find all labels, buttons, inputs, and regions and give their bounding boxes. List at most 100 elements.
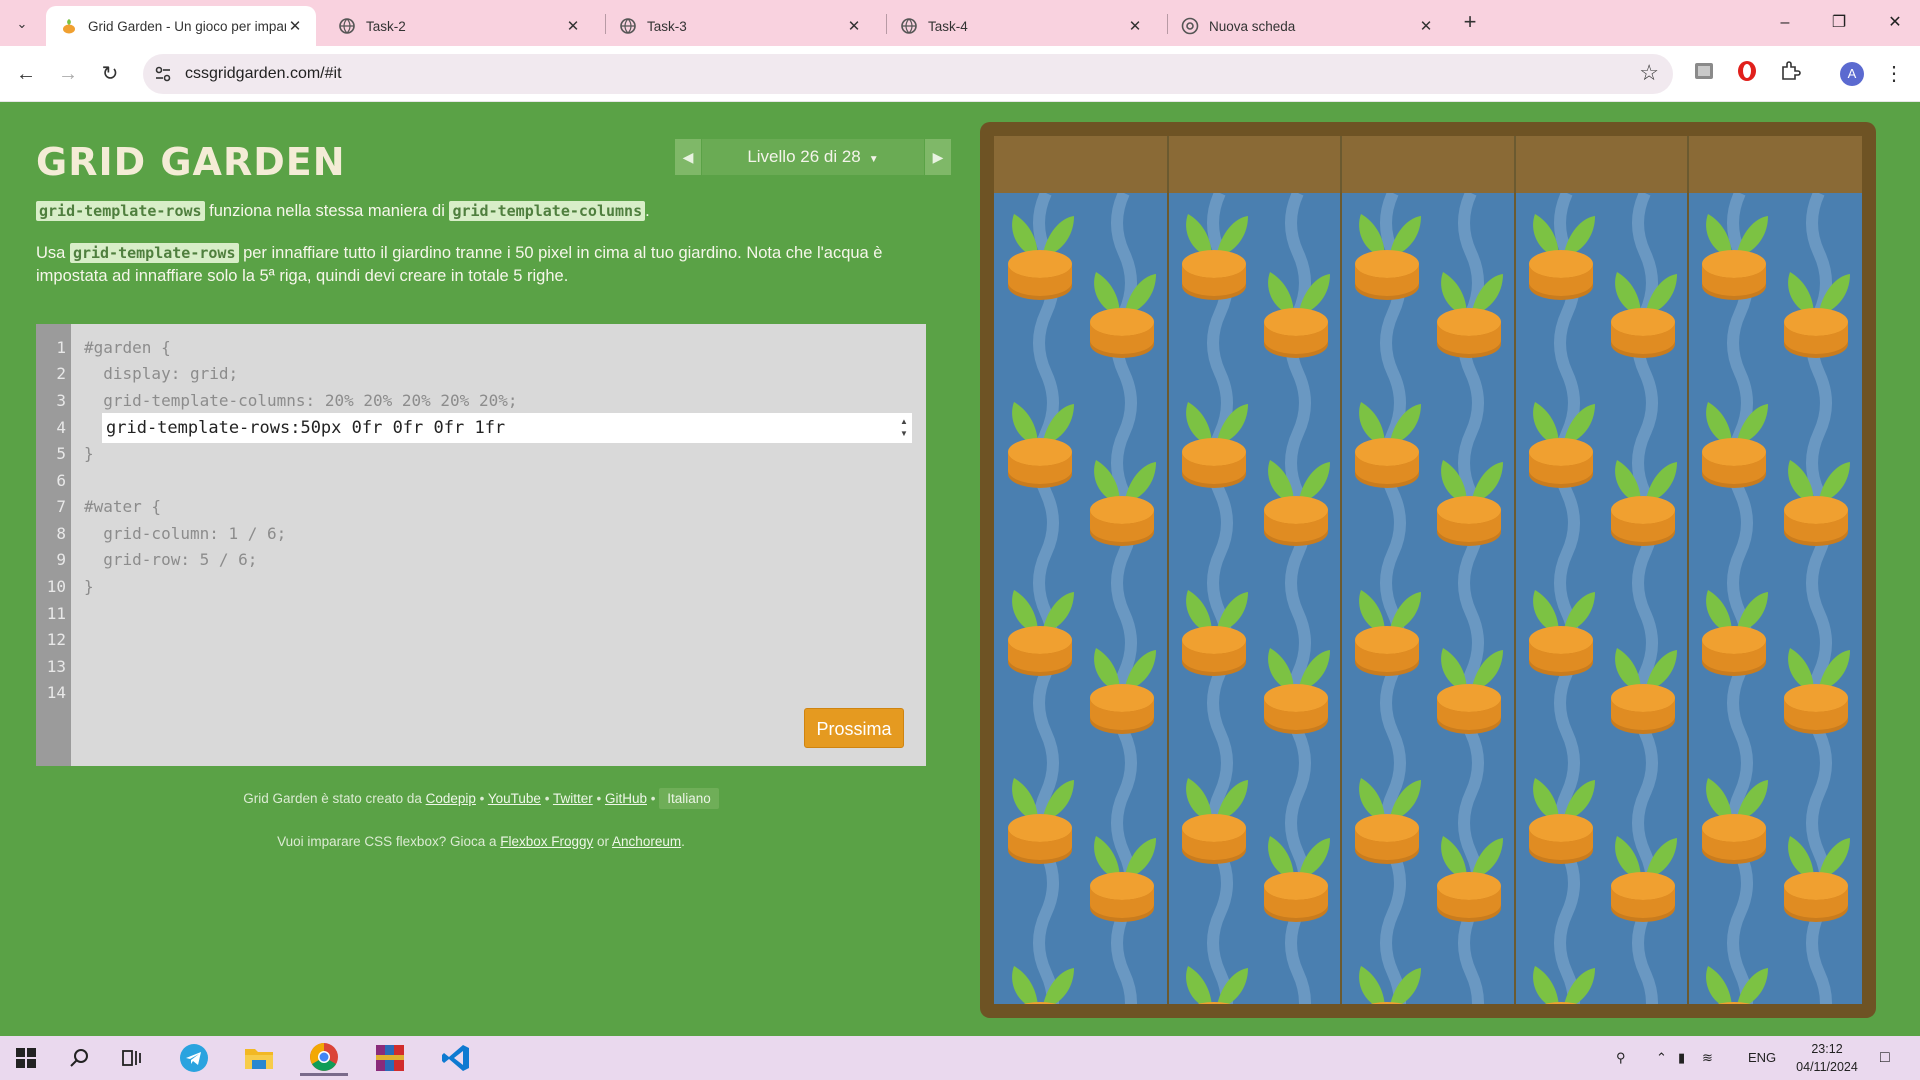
battery-icon[interactable]: ▮ [1678, 1036, 1685, 1080]
tab-task-4[interactable]: Task-4 ✕ [886, 6, 1156, 46]
globe-icon [620, 18, 636, 34]
close-tab-icon[interactable]: ✕ [564, 17, 582, 35]
search-icon[interactable] [56, 1040, 104, 1076]
line-number: 6 [56, 471, 66, 490]
system-clock[interactable]: 23:12 04/11/2024 [1792, 1040, 1862, 1076]
address-bar[interactable]: cssgridgarden.com/#it ☆ [143, 54, 1673, 94]
input-language-label[interactable]: ENG [1748, 1036, 1776, 1080]
youtube-link[interactable]: YouTube [488, 791, 541, 806]
back-arrow-icon[interactable]: ← [12, 60, 40, 88]
grid-garden-page: GRID GARDEN ◀ Livello 26 di 28 ▼ ▶ grid-t… [0, 102, 1920, 1036]
start-windows-icon[interactable] [2, 1040, 50, 1076]
file-explorer-icon[interactable] [235, 1040, 283, 1076]
clock-date: 04/11/2024 [1796, 1060, 1858, 1074]
carrot-sprout [1528, 778, 1595, 864]
tab-title: Grid Garden - Un gioco per imparare [88, 18, 286, 34]
carrot-sprout [1528, 402, 1595, 488]
carrot-sprout [1008, 590, 1074, 676]
carrot-sprout [1437, 836, 1504, 922]
new-tab-plus-icon[interactable]: + [1456, 9, 1484, 37]
codepip-link[interactable]: Codepip [426, 791, 476, 806]
minimize-icon[interactable]: – [1770, 8, 1800, 38]
close-tab-icon[interactable]: ✕ [845, 17, 863, 35]
people-icon[interactable]: ⚲ [1616, 1036, 1626, 1080]
twitter-link[interactable]: Twitter [553, 791, 593, 806]
winrar-icon[interactable] [366, 1040, 414, 1076]
globe-icon [901, 18, 917, 34]
carrot-sprout [1181, 590, 1248, 676]
github-link[interactable]: GitHub [605, 791, 647, 806]
carrot-sprout [1090, 648, 1156, 734]
menu-kebab-icon[interactable]: ⋮ [1880, 60, 1908, 88]
carrot-sprout [1263, 272, 1330, 358]
reload-icon[interactable]: ↻ [96, 60, 124, 88]
browser-tab-strip: ⌄ Grid Garden - Un gioco per imparare ✕ … [0, 0, 1920, 46]
close-tab-icon[interactable]: ✕ [1126, 17, 1144, 35]
chrome-icon [1181, 17, 1199, 35]
line-number: 4 [56, 418, 66, 437]
tab-search-chevron-icon[interactable]: ⌄ [8, 10, 36, 38]
line-number: 2 [56, 364, 66, 383]
telegram-icon[interactable] [170, 1040, 218, 1076]
vscode-icon[interactable] [432, 1040, 480, 1076]
code-line: grid-row: 5 / 6; [84, 550, 258, 569]
grid-column-line [1340, 136, 1343, 1004]
next-level-button[interactable]: Prossima [804, 708, 904, 748]
carrot-sprout [1355, 590, 1422, 676]
site-settings-icon[interactable] [153, 64, 173, 84]
code-line: grid-column: 1 / 6; [84, 524, 287, 543]
code-line: #water { [84, 497, 162, 516]
carrot-sprout [1359, 966, 1422, 1004]
carrot-sprout [1012, 966, 1074, 1004]
close-tab-icon[interactable]: ✕ [1417, 17, 1435, 35]
notifications-icon[interactable]: □ [1880, 1036, 1890, 1080]
tab-task-3[interactable]: Task-3 ✕ [605, 6, 875, 46]
tab-grid-garden[interactable]: Grid Garden - Un gioco per imparare ✕ [46, 6, 316, 46]
bookmark-star-icon[interactable]: ☆ [1639, 60, 1659, 86]
wifi-icon[interactable]: ≋ [1702, 1036, 1713, 1080]
carrot-sprout [1532, 966, 1595, 1004]
page-title-logo: GRID GARDEN [36, 140, 346, 184]
carrot-sprout [1263, 460, 1330, 546]
extension-image-icon[interactable] [1690, 60, 1718, 88]
carrot-sprout [1437, 272, 1504, 358]
carrot-sprout [1090, 460, 1156, 546]
tab-task-2[interactable]: Task-2 ✕ [324, 6, 594, 46]
level-selector[interactable]: Livello 26 di 28 ▼ [702, 139, 924, 175]
credits-text: Grid Garden è stato creato da [243, 791, 426, 806]
tab-new-tab[interactable]: Nuova scheda ✕ [1167, 6, 1447, 46]
extensions-puzzle-icon[interactable] [1776, 60, 1804, 88]
language-selector[interactable]: Italiano [659, 788, 719, 809]
task-view-icon[interactable] [108, 1040, 156, 1076]
line-number: 5 [56, 444, 66, 463]
css-answer-input[interactable] [102, 413, 912, 443]
profile-avatar[interactable]: A [1840, 62, 1864, 86]
tray-chevron-up-icon[interactable]: ⌃ [1656, 1036, 1667, 1080]
carrot-sprout [1355, 778, 1422, 864]
carrot-sprout [1784, 648, 1851, 734]
next-level-arrow-icon[interactable]: ▶ [925, 139, 951, 175]
previous-level-arrow-icon[interactable]: ◀ [675, 139, 701, 175]
promo-text: Vuoi imparare CSS flexbox? Gioca a [277, 834, 501, 849]
tab-title: Task-2 [366, 18, 406, 34]
chrome-taskbar-icon[interactable] [300, 1040, 348, 1076]
flexbox-froggy-link[interactable]: Flexbox Froggy [500, 834, 593, 849]
line-number-gutter: 1 2 3 4 5 6 7 8 9 10 11 12 13 14 [36, 324, 71, 766]
instruction-text: Usa [36, 244, 70, 262]
close-tab-icon[interactable]: ✕ [286, 17, 304, 35]
carrot-sprout [1702, 402, 1769, 488]
forward-arrow-icon[interactable]: → [54, 60, 82, 88]
input-spinner-icon[interactable]: ▲ ▼ [898, 416, 910, 440]
opera-extension-icon[interactable] [1733, 60, 1761, 88]
level-navigation: ◀ Livello 26 di 28 ▼ ▶ [675, 139, 951, 175]
instruction-paragraph-1: grid-template-rows funziona nella stessa… [36, 200, 916, 223]
carrot-favicon-icon [63, 19, 75, 34]
carrot-sprout [1437, 460, 1504, 546]
close-window-icon[interactable]: ✕ [1880, 8, 1910, 38]
carrot-sprout [1008, 214, 1074, 300]
browser-toolbar: ← → ↻ cssgridgarden.com/#it ☆ A ⋮ [0, 46, 1920, 102]
level-label: Livello 26 di 28 [747, 147, 861, 166]
tab-title: Nuova scheda [1209, 18, 1296, 34]
anchoreum-link[interactable]: Anchoreum [612, 834, 681, 849]
restore-icon[interactable]: ❐ [1824, 8, 1854, 38]
